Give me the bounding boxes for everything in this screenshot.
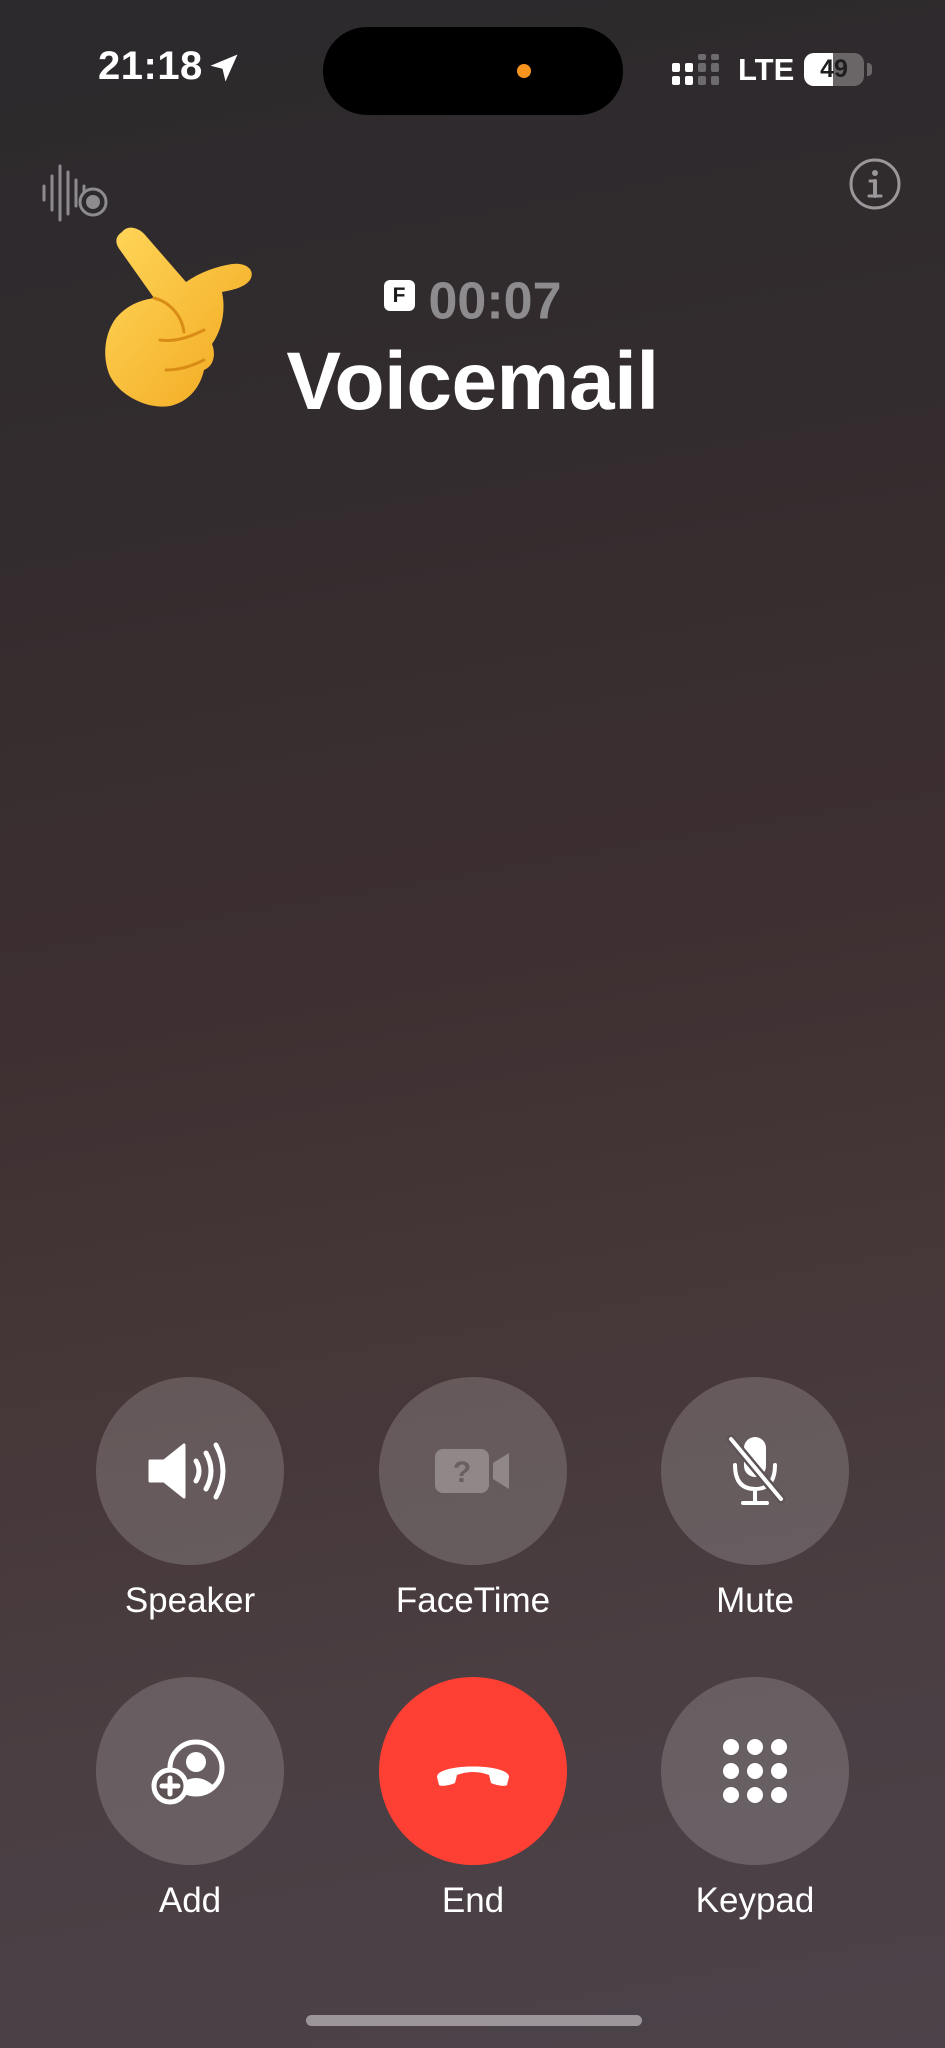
add-call-button-circle[interactable] xyxy=(96,1677,284,1865)
speaker-button[interactable]: Speaker xyxy=(96,1377,284,1621)
mute-button-circle[interactable] xyxy=(661,1377,849,1565)
speaker-label: Speaker xyxy=(124,1581,256,1620)
add-call-button[interactable]: Add xyxy=(96,1677,284,1921)
end-label: End xyxy=(441,1881,505,1920)
end-call-button[interactable]: End xyxy=(379,1677,567,1921)
end-call-button-circle[interactable] xyxy=(379,1677,567,1865)
svg-text:?: ? xyxy=(453,1456,471,1489)
live-voicemail-waveform-icon[interactable] xyxy=(40,160,112,226)
home-indicator[interactable] xyxy=(306,2015,642,2026)
info-icon[interactable] xyxy=(848,157,902,211)
facetime-button[interactable]: ? FaceTime xyxy=(379,1377,567,1621)
keypad-button[interactable]: Keypad xyxy=(661,1677,849,1921)
status-bar: 21:18 LTE 49 xyxy=(0,0,945,140)
phone-hangup-icon xyxy=(437,1766,509,1786)
battery-percent: 49 xyxy=(820,55,848,83)
call-timer-value: 00:07 xyxy=(428,272,562,331)
contact-name: Voicemail xyxy=(286,336,659,427)
speaker-button-circle[interactable] xyxy=(96,1377,284,1565)
call-duration: F 00:07 xyxy=(0,268,945,331)
mute-button[interactable]: Mute xyxy=(661,1377,849,1621)
call-badge: F xyxy=(383,279,415,311)
mute-label: Mute xyxy=(716,1581,794,1620)
speaker-wave-icon xyxy=(148,1442,226,1500)
dynamic-island xyxy=(323,27,623,115)
battery-cap xyxy=(867,63,872,76)
microphone-in-use-indicator xyxy=(517,64,531,78)
keypad-icon xyxy=(723,1739,787,1803)
keypad-label: Keypad xyxy=(695,1881,815,1920)
location-arrow-icon xyxy=(210,54,238,82)
facetime-video-icon: ? xyxy=(435,1449,509,1493)
facetime-button-circle[interactable]: ? xyxy=(379,1377,567,1565)
keypad-button-circle[interactable] xyxy=(661,1677,849,1865)
add-person-icon xyxy=(151,1739,225,1805)
add-label: Add xyxy=(158,1881,222,1920)
status-time: 21:18 xyxy=(98,44,203,88)
cellular-signal-icon xyxy=(672,54,719,85)
facetime-label: FaceTime xyxy=(395,1581,551,1620)
mic-slash-icon xyxy=(726,1434,786,1505)
network-type: LTE xyxy=(738,52,795,87)
battery-icon: 49 xyxy=(804,53,864,86)
